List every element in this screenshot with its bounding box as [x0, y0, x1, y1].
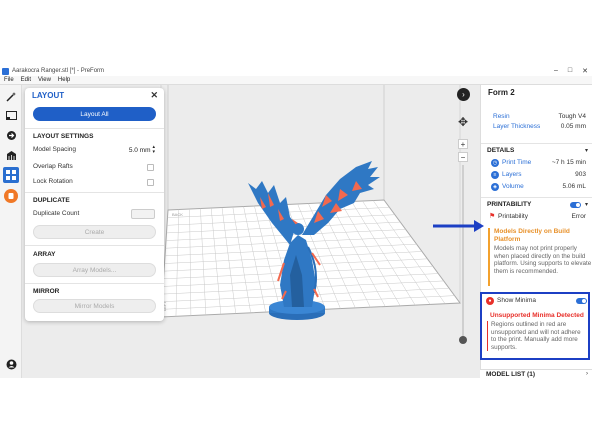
view-cube-icon[interactable]: ✥	[453, 112, 473, 132]
divider	[25, 283, 164, 284]
duplicate-count-input[interactable]	[131, 209, 155, 219]
overlap-rafts-checkbox[interactable]	[147, 164, 154, 171]
volume-label: Volume	[502, 183, 524, 190]
app-icon	[2, 67, 9, 75]
layout-all-button[interactable]: Layout All	[33, 107, 156, 121]
duplicate-count-label: Duplicate Count	[33, 210, 80, 217]
platform-warning: Models Directly on Build Platform Models…	[488, 228, 592, 286]
divider	[25, 128, 164, 129]
layers-label: Layers	[502, 171, 522, 178]
clock-icon: ◷	[491, 159, 499, 167]
minima-section: ● Show Minima Unsupported Minima Detecte…	[480, 292, 590, 360]
volume-value: 5.06 mL	[562, 183, 587, 190]
printer-name[interactable]: Form 2	[488, 88, 515, 97]
lock-rotation-checkbox[interactable]	[147, 179, 154, 186]
divider	[25, 192, 164, 193]
supports-icon[interactable]	[3, 147, 19, 163]
layout-panel-title: LAYOUT	[32, 91, 65, 100]
print-time-value: ~7 h 15 min	[551, 159, 586, 166]
menu-help[interactable]: Help	[58, 77, 70, 83]
close-icon[interactable]: ✕	[150, 90, 158, 101]
layers-icon: ≡	[491, 171, 499, 179]
layer-slider-handle[interactable]	[459, 336, 467, 344]
svg-text:BACK: BACK	[172, 212, 183, 217]
divider	[481, 197, 592, 198]
chevron-down-icon[interactable]: ▾	[585, 147, 588, 154]
menu-file[interactable]: File	[4, 77, 14, 83]
divider	[481, 143, 592, 144]
layout-grid-icon[interactable]	[3, 167, 19, 183]
close-window-button[interactable]: ✕	[582, 67, 588, 75]
model-list-header[interactable]: MODEL LIST (1) ›	[480, 369, 592, 378]
array-models-button[interactable]: Array Models...	[33, 263, 156, 277]
duplicate-heading: DUPLICATE	[33, 197, 70, 204]
layer-slider-track[interactable]	[462, 165, 464, 343]
menu-bar: File Edit View Help	[0, 76, 592, 85]
spinner-icon[interactable]: ▴ ▾	[152, 145, 155, 155]
divider	[25, 245, 164, 246]
layout-settings-heading: LAYOUT SETTINGS	[33, 133, 94, 140]
show-minima-label: Show Minima	[497, 297, 537, 304]
model-spacing-value: 5.0 mm	[128, 146, 151, 154]
chevron-right-icon[interactable]: ›	[457, 88, 470, 101]
maximize-button[interactable]: □	[568, 67, 572, 75]
zoom-in-button[interactable]: +	[458, 139, 468, 149]
printability-heading[interactable]: PRINTABILITY	[487, 201, 531, 208]
printability-status-icon: ⚑	[489, 213, 496, 220]
orient-icon[interactable]	[3, 127, 19, 143]
preform-window: Aarakocra Ranger.stl [*] - PreForm – □ ✕…	[0, 66, 592, 378]
model-spacing-label: Model Spacing	[33, 146, 76, 153]
left-toolbar	[0, 85, 22, 378]
error-icon: ●	[486, 297, 494, 305]
mirror-models-button[interactable]: Mirror Models	[33, 299, 156, 313]
layer-thickness-label: Layer Thickness	[493, 123, 541, 130]
window-controls: – □ ✕	[554, 67, 588, 75]
layout-panel: LAYOUT ✕ Layout All LAYOUT SETTINGS Mode…	[25, 88, 164, 321]
account-icon[interactable]	[3, 356, 19, 372]
show-minima-toggle[interactable]	[576, 298, 587, 304]
printability-toggle[interactable]	[570, 202, 581, 208]
select-box-icon[interactable]	[3, 107, 19, 123]
create-button[interactable]: Create	[33, 225, 156, 239]
resin-value: Tough V4	[558, 113, 586, 120]
chevron-down-icon[interactable]: ▾	[585, 201, 588, 208]
minimize-button[interactable]: –	[554, 67, 558, 75]
minima-text: Regions outlined in red are unsupported …	[487, 321, 583, 351]
overlap-rafts-label: Overlap Rafts	[33, 163, 73, 170]
array-heading: ARRAY	[33, 251, 56, 258]
printability-value: Error	[571, 213, 586, 220]
magic-wand-icon[interactable]	[3, 88, 19, 104]
resin-label: Resin	[493, 113, 510, 120]
menu-edit[interactable]: Edit	[21, 77, 31, 83]
zoom-out-button[interactable]: −	[458, 152, 468, 162]
layer-thickness-value: 0.05 mm	[560, 123, 586, 130]
mirror-heading: MIRROR	[33, 288, 60, 295]
model-spacing-input[interactable]: 5.0 mm ▴ ▾	[117, 145, 155, 155]
minima-title: Unsupported Minima Detected	[490, 312, 584, 319]
lock-rotation-label: Lock Rotation	[33, 178, 73, 185]
model-list-label: MODEL LIST (1)	[486, 371, 535, 378]
title-bar: Aarakocra Ranger.stl [*] - PreForm – □ ✕	[0, 66, 592, 76]
layers-value: 903	[575, 171, 586, 178]
print-time-label: Print Time	[502, 159, 532, 166]
warning-title: Models Directly on Build Platform	[494, 228, 570, 243]
printability-label: Printability	[498, 213, 528, 220]
window-title: Aarakocra Ranger.stl [*] - PreForm	[12, 68, 105, 74]
chevron-right-icon[interactable]: ›	[586, 371, 588, 377]
volume-icon: ◈	[491, 183, 499, 191]
details-heading[interactable]: DETAILS	[487, 147, 514, 154]
print-icon[interactable]	[4, 189, 18, 203]
menu-view[interactable]: View	[38, 77, 51, 83]
warning-text: Models may not print properly when place…	[494, 245, 592, 275]
